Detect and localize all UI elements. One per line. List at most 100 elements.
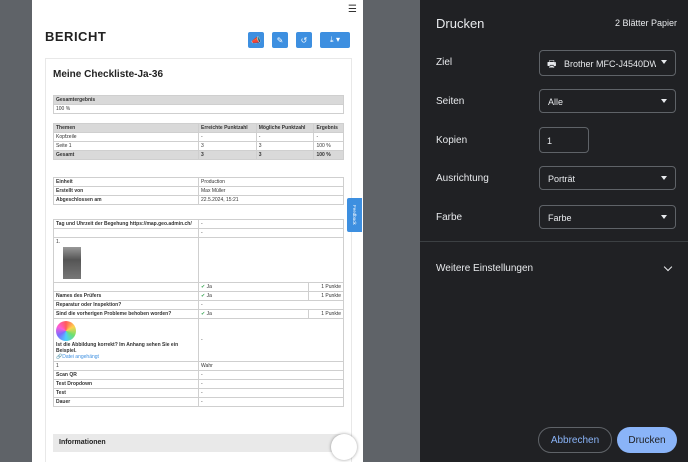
answer: Wahr [198, 361, 344, 371]
chevron-down-icon [661, 215, 667, 219]
meta-value: Production [198, 177, 344, 187]
overall-table: Gesamtergebnis 100 % [53, 95, 344, 114]
history-icon[interactable]: ↺ [296, 32, 312, 48]
meta-table: Einheit Production Erstellt von Max Müller… [53, 177, 344, 205]
table-row: Dauer - [53, 397, 344, 407]
answer: Ja [206, 284, 212, 290]
copies-label: Kopien [436, 135, 468, 146]
question-label: Tag und Uhrzeit der Begehung https://map… [53, 219, 199, 229]
answer: - [198, 397, 344, 407]
col-header: Ergebnis [313, 123, 344, 133]
print-title: Drucken [436, 16, 485, 31]
col-header: Erreichte Punktzahl [198, 123, 257, 133]
destination-select[interactable]: 🖶 Brother MFC-J4540DW [539, 50, 676, 76]
answer: - [198, 300, 344, 310]
information-section[interactable]: Informationen [53, 434, 344, 452]
answer: - [198, 388, 344, 398]
cell: - [313, 132, 344, 142]
download-icon[interactable]: ⤓ ▾ [320, 32, 350, 48]
answer: Ja [206, 311, 212, 317]
answer: - [198, 370, 344, 380]
megaphone-icon[interactable]: 📣 [248, 32, 264, 48]
report-card: Meine Checkliste-Ja-36 Gesamtergebnis 10… [45, 58, 352, 462]
orientation-label: Ausrichtung [436, 173, 489, 184]
chevron-down-icon [661, 176, 667, 180]
floating-action-button[interactable] [331, 434, 357, 460]
themes-table: Themen Erreichte Punktzahl Mögliche Punk… [53, 123, 344, 160]
printer-icon: 🖶 [547, 59, 557, 70]
pages-select[interactable]: Alle [539, 89, 676, 113]
question-label: Names des Prüfers [53, 291, 199, 301]
copies-value: 1 [547, 136, 553, 146]
questions-table: Tag und Uhrzeit der Begehung https://map… [53, 219, 344, 407]
table-row: Erstellt von Max Müller [53, 186, 344, 196]
question-label: Reparatur oder Inspektion? [53, 300, 199, 310]
points: 1 Punkte [308, 309, 344, 319]
answer: Ja [206, 293, 212, 299]
pages-value: Alle [548, 97, 564, 107]
cell: - [198, 132, 257, 142]
cell: Seite 1 [53, 141, 199, 151]
chevron-down-icon [661, 99, 667, 103]
report-brand: BERICHT [45, 29, 107, 44]
total-row: Gesamt 3 3 100 % [53, 150, 344, 160]
points: 1 Punkte [308, 282, 344, 292]
table-row: Abgeschlossen am 22.5.2024, 15:21 [53, 195, 344, 205]
attachment-link[interactable]: Datei angehängt [62, 354, 99, 360]
table-row: Ist die Abbildung korrekt? Im Anhang seh… [53, 318, 344, 362]
photo-thumbnail[interactable] [63, 247, 81, 279]
meta-value: Max Müller [198, 186, 344, 196]
photo-index: 1. [56, 239, 61, 245]
question-label: Dauer [53, 397, 199, 407]
check-icon: ✔ [201, 311, 206, 317]
meta-key: Abgeschlossen am [53, 195, 199, 205]
question-label: 1 [53, 361, 199, 371]
hamburger-icon[interactable]: ☰ [348, 4, 357, 15]
meta-key: Erstellt von [53, 186, 199, 196]
table-row: Einheit Production [53, 177, 344, 187]
table-row: Names des Prüfers ✔ Ja 1 Punkte [53, 291, 344, 301]
color-wheel-image [56, 321, 76, 341]
answer: - [198, 379, 344, 389]
table-row: Test - [53, 388, 344, 398]
cell: 3 [255, 150, 315, 160]
points: 1 Punkte [308, 291, 344, 301]
question-label: Ist die Abbildung korrekt? Im Anhang seh… [56, 342, 179, 354]
cell: 3 [255, 141, 315, 151]
edit-icon[interactable]: ✎ [272, 32, 288, 48]
check-icon: ✔ [201, 284, 206, 290]
cell: 3 [198, 141, 257, 151]
col-header: Themen [53, 123, 199, 133]
destination-value: Brother MFC-J4540DW [564, 59, 656, 69]
table-row: ✔ Ja 1 Punkte [53, 282, 344, 292]
orientation-select[interactable]: Porträt [539, 166, 676, 190]
copies-input[interactable]: 1 [539, 127, 589, 153]
divider [420, 241, 688, 242]
cell: - [255, 132, 315, 142]
color-label: Farbe [436, 212, 463, 223]
question-label: Scan QR [53, 370, 199, 380]
table-row: 1 Wahr [53, 361, 344, 371]
cancel-button[interactable]: Abbrechen [538, 427, 612, 453]
question-label: Test Dropdown [53, 379, 199, 389]
more-settings[interactable]: Weitere Einstellungen [436, 263, 533, 274]
print-button[interactable]: Drucken [617, 427, 677, 453]
table-row: Tag und Uhrzeit der Begehung https://map… [53, 219, 344, 229]
sheet-count: 2 Blätter Papier [614, 18, 677, 28]
answer: - [198, 318, 344, 362]
table-row: Reparatur oder Inspektion? - [53, 300, 344, 310]
answer: - [198, 219, 344, 229]
cell: 3 [198, 150, 257, 160]
question-label: Test [53, 388, 199, 398]
check-icon: ✔ [201, 293, 206, 299]
feedback-tab[interactable]: Feedback [347, 198, 362, 232]
answer: - [198, 228, 344, 238]
color-select[interactable]: Farbe [539, 205, 676, 229]
table-row: Kopfzeile - - - [53, 132, 344, 142]
table-row: 1. [53, 237, 344, 283]
pages-label: Seiten [436, 96, 465, 107]
cell: Kopfzeile [53, 132, 199, 142]
overall-label: Gesamtergebnis [53, 95, 344, 105]
col-header: Mögliche Punktzahl [255, 123, 315, 133]
print-preview-page[interactable]: ☰ BERICHT 📣 ✎ ↺ ⤓ ▾ Meine Checkliste-Ja-… [32, 0, 363, 462]
